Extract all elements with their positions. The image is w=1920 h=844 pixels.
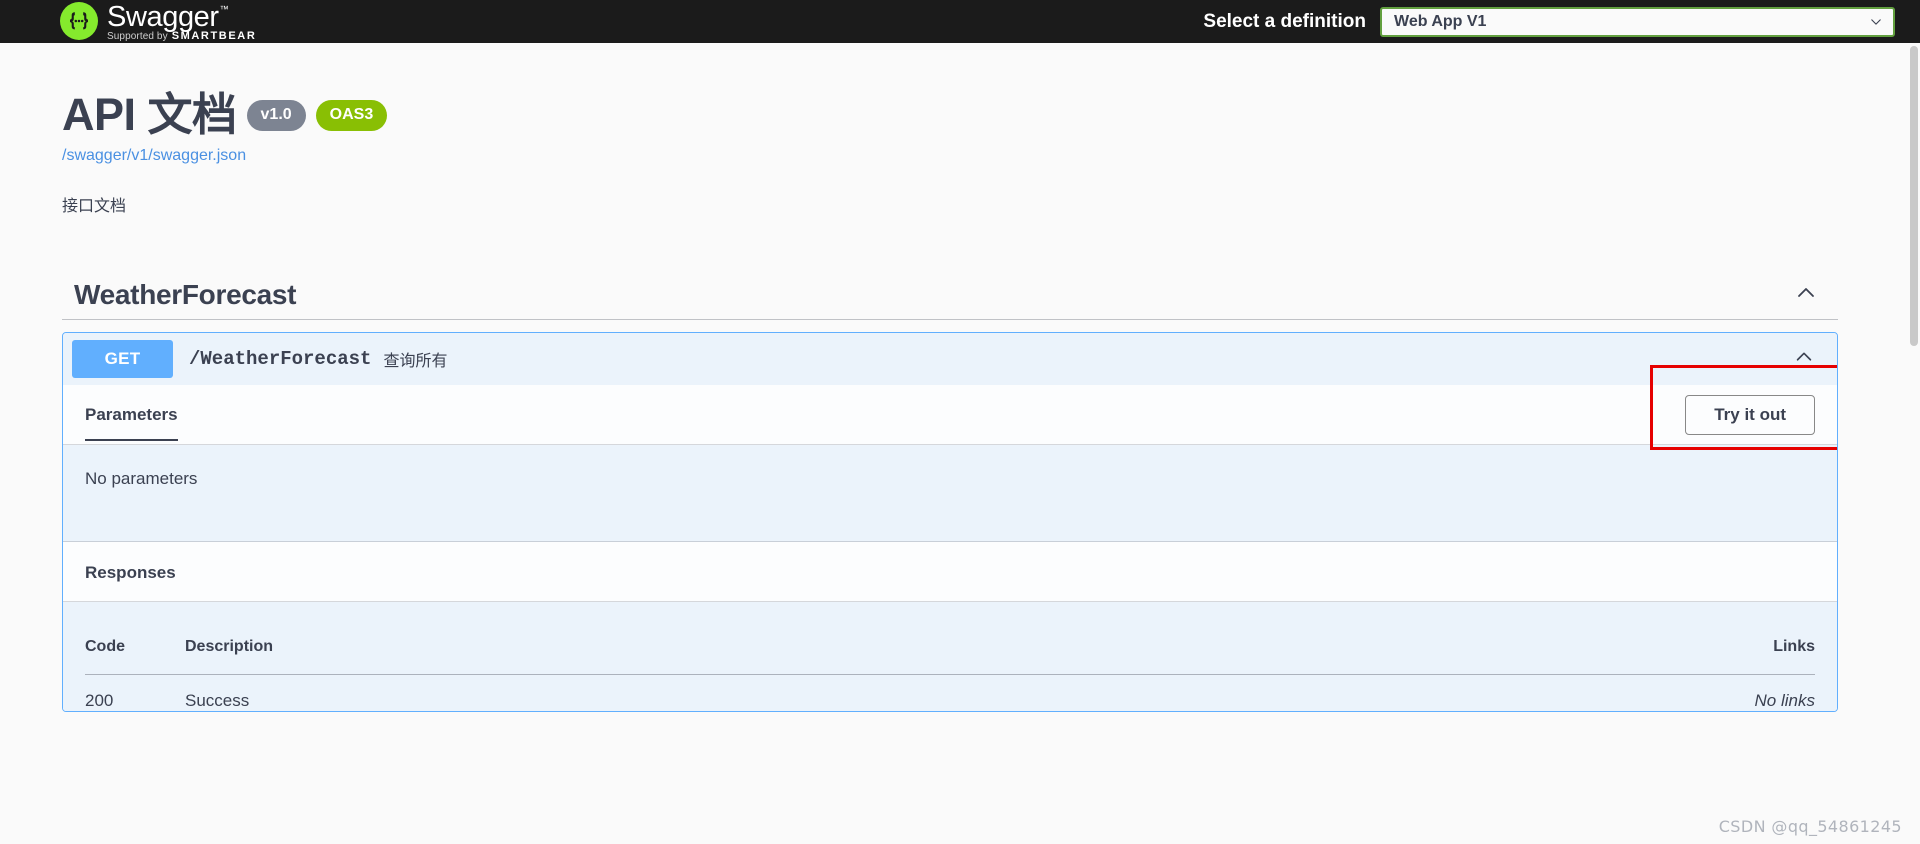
table-header-row: Code Description Links <box>85 624 1815 675</box>
swagger-logo-wordmark: Swagger <box>107 0 219 33</box>
trademark-symbol: ™ <box>219 3 229 14</box>
chevron-up-icon[interactable] <box>1793 346 1815 373</box>
try-it-out-button[interactable]: Try it out <box>1685 394 1815 435</box>
page-scrollbar-thumb[interactable] <box>1910 46 1918 346</box>
swagger-logo-icon <box>60 1 98 40</box>
responses-heading: Responses <box>85 562 176 582</box>
definition-select-value: Web App V1 <box>1394 12 1487 30</box>
table-row: 200 Success No links <box>85 675 1815 712</box>
chevron-down-icon <box>1869 15 1883 29</box>
swagger-logo[interactable]: Swagger™ Supported by SMARTBEAR <box>60 0 256 42</box>
parameters-header-row: Parameters Try it out <box>63 365 1837 450</box>
api-description: 接口文档 <box>62 198 127 215</box>
try-it-out-wrap: Try it out <box>1685 394 1815 435</box>
tag-name-label: WeatherForecast <box>74 279 297 310</box>
api-title-row: API 文档 v1.0 OAS3 <box>62 91 1920 139</box>
response-code: 200 <box>85 691 114 710</box>
column-header-description: Description <box>185 624 1665 675</box>
chevron-up-icon[interactable] <box>1794 281 1818 310</box>
tag-header[interactable]: WeatherForecast <box>62 279 1838 320</box>
http-method-badge: GET <box>72 340 173 378</box>
responses-header-row: Responses <box>63 542 1837 602</box>
api-info-block: API 文档 v1.0 OAS3 /swagger/v1/swagger.jso… <box>0 43 1920 219</box>
responses-table: Code Description Links 200 Success No li… <box>85 624 1815 711</box>
version-badge: v1.0 <box>246 100 306 131</box>
oas-version-badge: OAS3 <box>315 100 388 131</box>
swagger-json-link[interactable]: /swagger/v1/swagger.json <box>62 147 246 165</box>
column-header-code: Code <box>85 624 185 675</box>
opblock-get-weatherforecast: GET /WeatherForecast 查询所有 Parameters Try… <box>62 332 1838 712</box>
select-definition-label: Select a definition <box>1203 10 1366 32</box>
page-scrollbar[interactable] <box>1908 43 1920 844</box>
opblock-summary[interactable]: GET /WeatherForecast 查询所有 <box>63 333 1837 385</box>
definition-selector-group: Select a definition Web App V1 <box>1203 6 1895 37</box>
watermark-text: CSDN @qq_54861245 <box>1718 817 1902 836</box>
page-title: API 文档 <box>62 89 237 140</box>
responses-table-wrap: Code Description Links 200 Success No li… <box>63 602 1837 711</box>
tag-section-weatherforecast: WeatherForecast GET /WeatherForecast 查询所… <box>62 279 1838 712</box>
column-header-links: Links <box>1665 624 1815 675</box>
no-parameters-text: No parameters <box>85 469 198 488</box>
endpoint-path: /WeatherForecast <box>189 348 372 370</box>
parameters-body: No parameters <box>63 445 1837 542</box>
opblock-body: Parameters Try it out No parameters Resp… <box>63 365 1837 711</box>
endpoint-summary: 查询所有 <box>383 353 448 370</box>
response-links: No links <box>1754 691 1815 710</box>
parameters-heading: Parameters <box>85 389 178 441</box>
response-description: Success <box>185 691 250 710</box>
definition-select[interactable]: Web App V1 <box>1380 6 1895 37</box>
top-navigation-bar: Swagger™ Supported by SMARTBEAR Select a… <box>0 0 1920 43</box>
